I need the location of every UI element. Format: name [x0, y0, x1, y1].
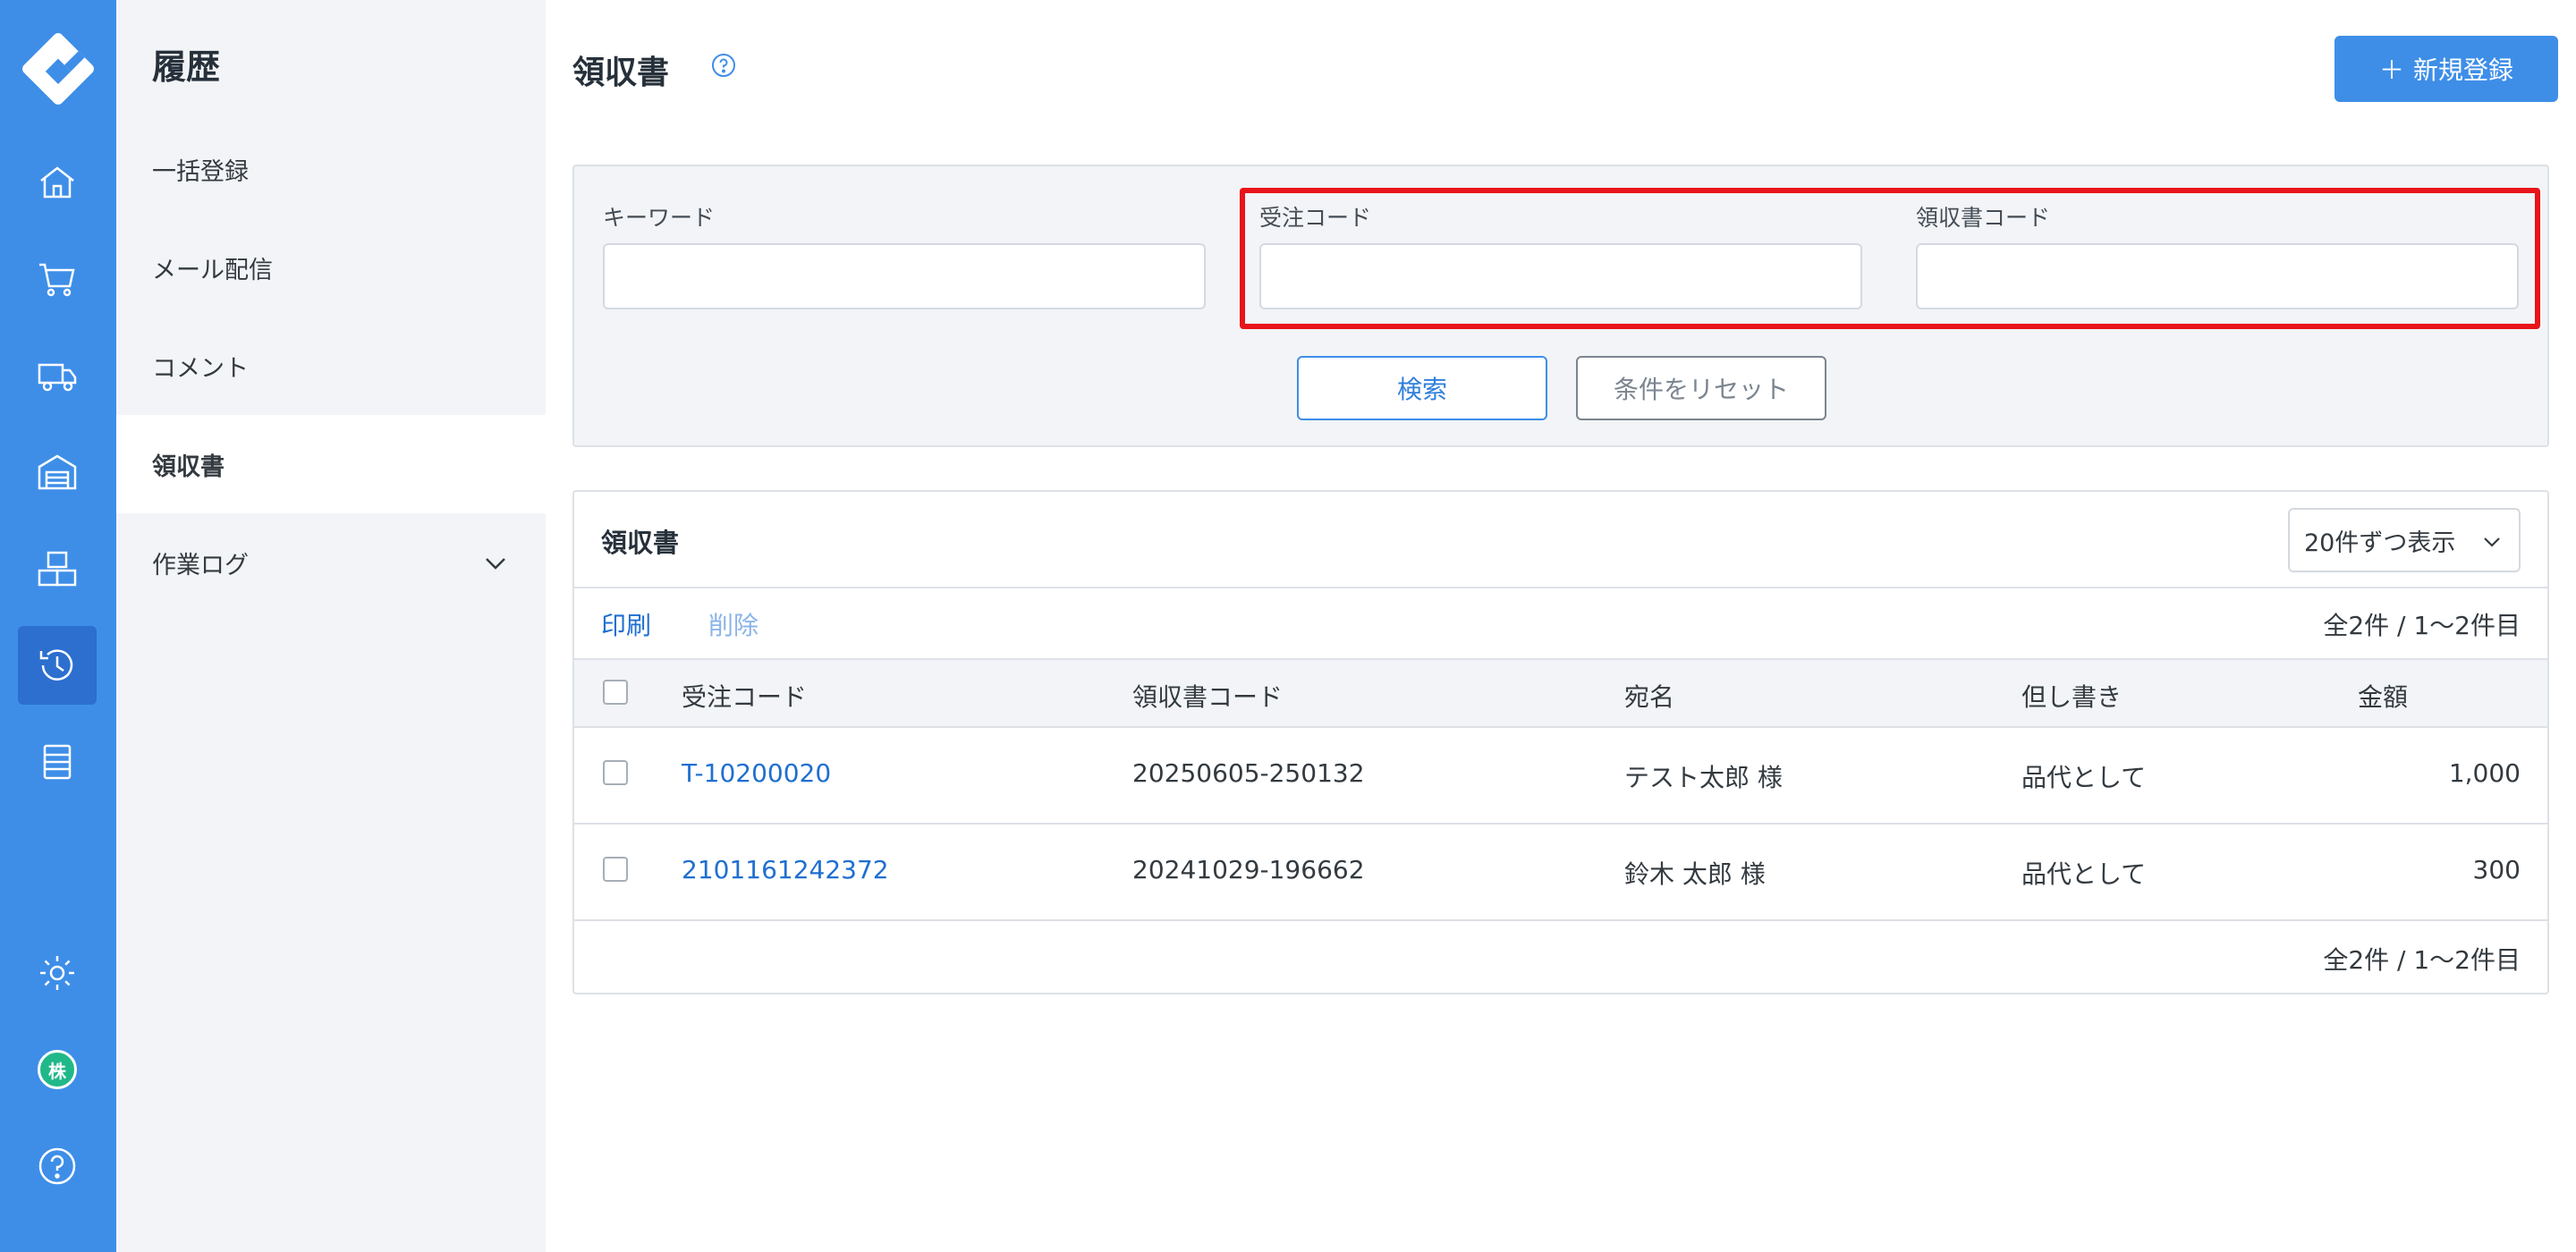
boxes-icon[interactable]	[18, 529, 97, 608]
logo-icon[interactable]	[20, 30, 97, 107]
recipient-cell: テスト太郎 様	[1624, 763, 1783, 792]
chevron-down-icon	[2484, 537, 2500, 547]
column-header-recipient: 宛名	[1624, 682, 1675, 712]
home-icon[interactable]	[18, 143, 97, 222]
delete-link[interactable]: 削除	[708, 606, 758, 642]
table-row: T-10200020 20250605-250132 テスト太郎 様 品代として…	[574, 728, 2547, 825]
amount-cell: 1,000	[2448, 758, 2521, 788]
submenu-item-work-log[interactable]: 作業ログ	[116, 513, 546, 612]
submenu-item-mail-delivery[interactable]: メール配信	[116, 218, 546, 317]
page-title: 領収書	[572, 55, 670, 91]
submenu-item-label: 作業ログ	[152, 551, 249, 579]
search-button[interactable]: 検索	[1297, 356, 1547, 420]
warehouse-icon[interactable]	[18, 433, 97, 512]
main-content: 領収書 ＋ 新規登録 キーワード 受注コード 領収書コード 検索 条件をリセット…	[546, 0, 2576, 1252]
company-avatar: 株	[38, 1050, 77, 1089]
receipt-code-cell: 20250605-250132	[1132, 758, 1365, 788]
submenu-item-label: コメント	[152, 354, 249, 383]
divider	[574, 587, 2547, 588]
keyword-input[interactable]	[603, 243, 1206, 309]
new-register-label: 新規登録	[2413, 55, 2514, 85]
cart-icon[interactable]	[18, 240, 97, 318]
receipt-code-label: 領収書コード	[1916, 205, 2051, 231]
results-title: 領収書	[601, 528, 680, 558]
order-code-label: 受注コード	[1259, 205, 1372, 231]
row-checkbox[interactable]	[603, 760, 628, 785]
per-page-select[interactable]: 20件ずつ表示	[2288, 508, 2521, 572]
truck-icon[interactable]	[18, 336, 97, 415]
column-header-note: 但し書き	[2021, 682, 2123, 712]
submenu-heading: 履歴	[152, 47, 221, 87]
submenu-item-receipt[interactable]: 領収書	[116, 415, 546, 513]
order-code-link[interactable]: 2101161242372	[682, 855, 889, 884]
order-code-link[interactable]: T-10200020	[682, 758, 831, 788]
submenu-item-label: メール配信	[152, 256, 273, 284]
new-register-button[interactable]: ＋ 新規登録	[2334, 36, 2558, 102]
result-count-bottom: 全2件 / 1〜2件目	[2323, 945, 2521, 975]
gear-icon[interactable]	[18, 934, 97, 1012]
amount-cell: 300	[2472, 855, 2521, 884]
help-icon[interactable]	[18, 1127, 97, 1205]
column-header-order-code: 受注コード	[682, 682, 808, 712]
row-checkbox[interactable]	[603, 857, 628, 882]
submenu-item-comment[interactable]: コメント	[116, 317, 546, 415]
plus-icon: ＋	[2378, 55, 2404, 85]
document-list-icon[interactable]	[18, 723, 97, 801]
search-panel: キーワード 受注コード 領収書コード 検索 条件をリセット	[572, 165, 2549, 447]
table-row: 2101161242372 20241029-196662 鈴木 太郎 様 品代…	[574, 825, 2547, 921]
column-header-receipt-code: 領収書コード	[1132, 682, 1284, 712]
order-code-input[interactable]	[1259, 243, 1862, 309]
note-cell: 品代として	[2021, 763, 2147, 792]
recipient-cell: 鈴木 太郎 様	[1624, 859, 1766, 889]
help-circle-icon[interactable]	[710, 52, 737, 79]
column-header-amount: 金額	[2358, 682, 2409, 712]
per-page-value: 20件ずつ表示	[2304, 529, 2456, 557]
results-panel: 領収書 20件ずつ表示 印刷 削除 全2件 / 1〜2件目 受注コード 領収書コ…	[572, 490, 2549, 994]
icon-rail: 株	[0, 0, 116, 1252]
table-header: 受注コード 領収書コード 宛名 但し書き 金額	[574, 658, 2547, 728]
receipt-code-input[interactable]	[1916, 243, 2519, 309]
company-badge-icon[interactable]: 株	[18, 1030, 97, 1109]
history-icon[interactable]	[18, 626, 97, 705]
receipt-code-cell: 20241029-196662	[1132, 855, 1365, 884]
reset-conditions-button[interactable]: 条件をリセット	[1576, 356, 1826, 420]
print-link[interactable]: 印刷	[601, 606, 651, 642]
submenu: 履歴 一括登録 メール配信 コメント 領収書 作業ログ	[116, 0, 546, 1252]
select-all-checkbox[interactable]	[603, 680, 628, 705]
submenu-item-label: 領収書	[152, 453, 225, 481]
submenu-item-bulk-register[interactable]: 一括登録	[116, 120, 546, 218]
note-cell: 品代として	[2021, 859, 2147, 889]
result-count-top: 全2件 / 1〜2件目	[2323, 611, 2521, 640]
submenu-item-label: 一括登録	[152, 157, 249, 186]
chevron-down-icon	[486, 558, 505, 570]
keyword-label: キーワード	[603, 205, 716, 231]
